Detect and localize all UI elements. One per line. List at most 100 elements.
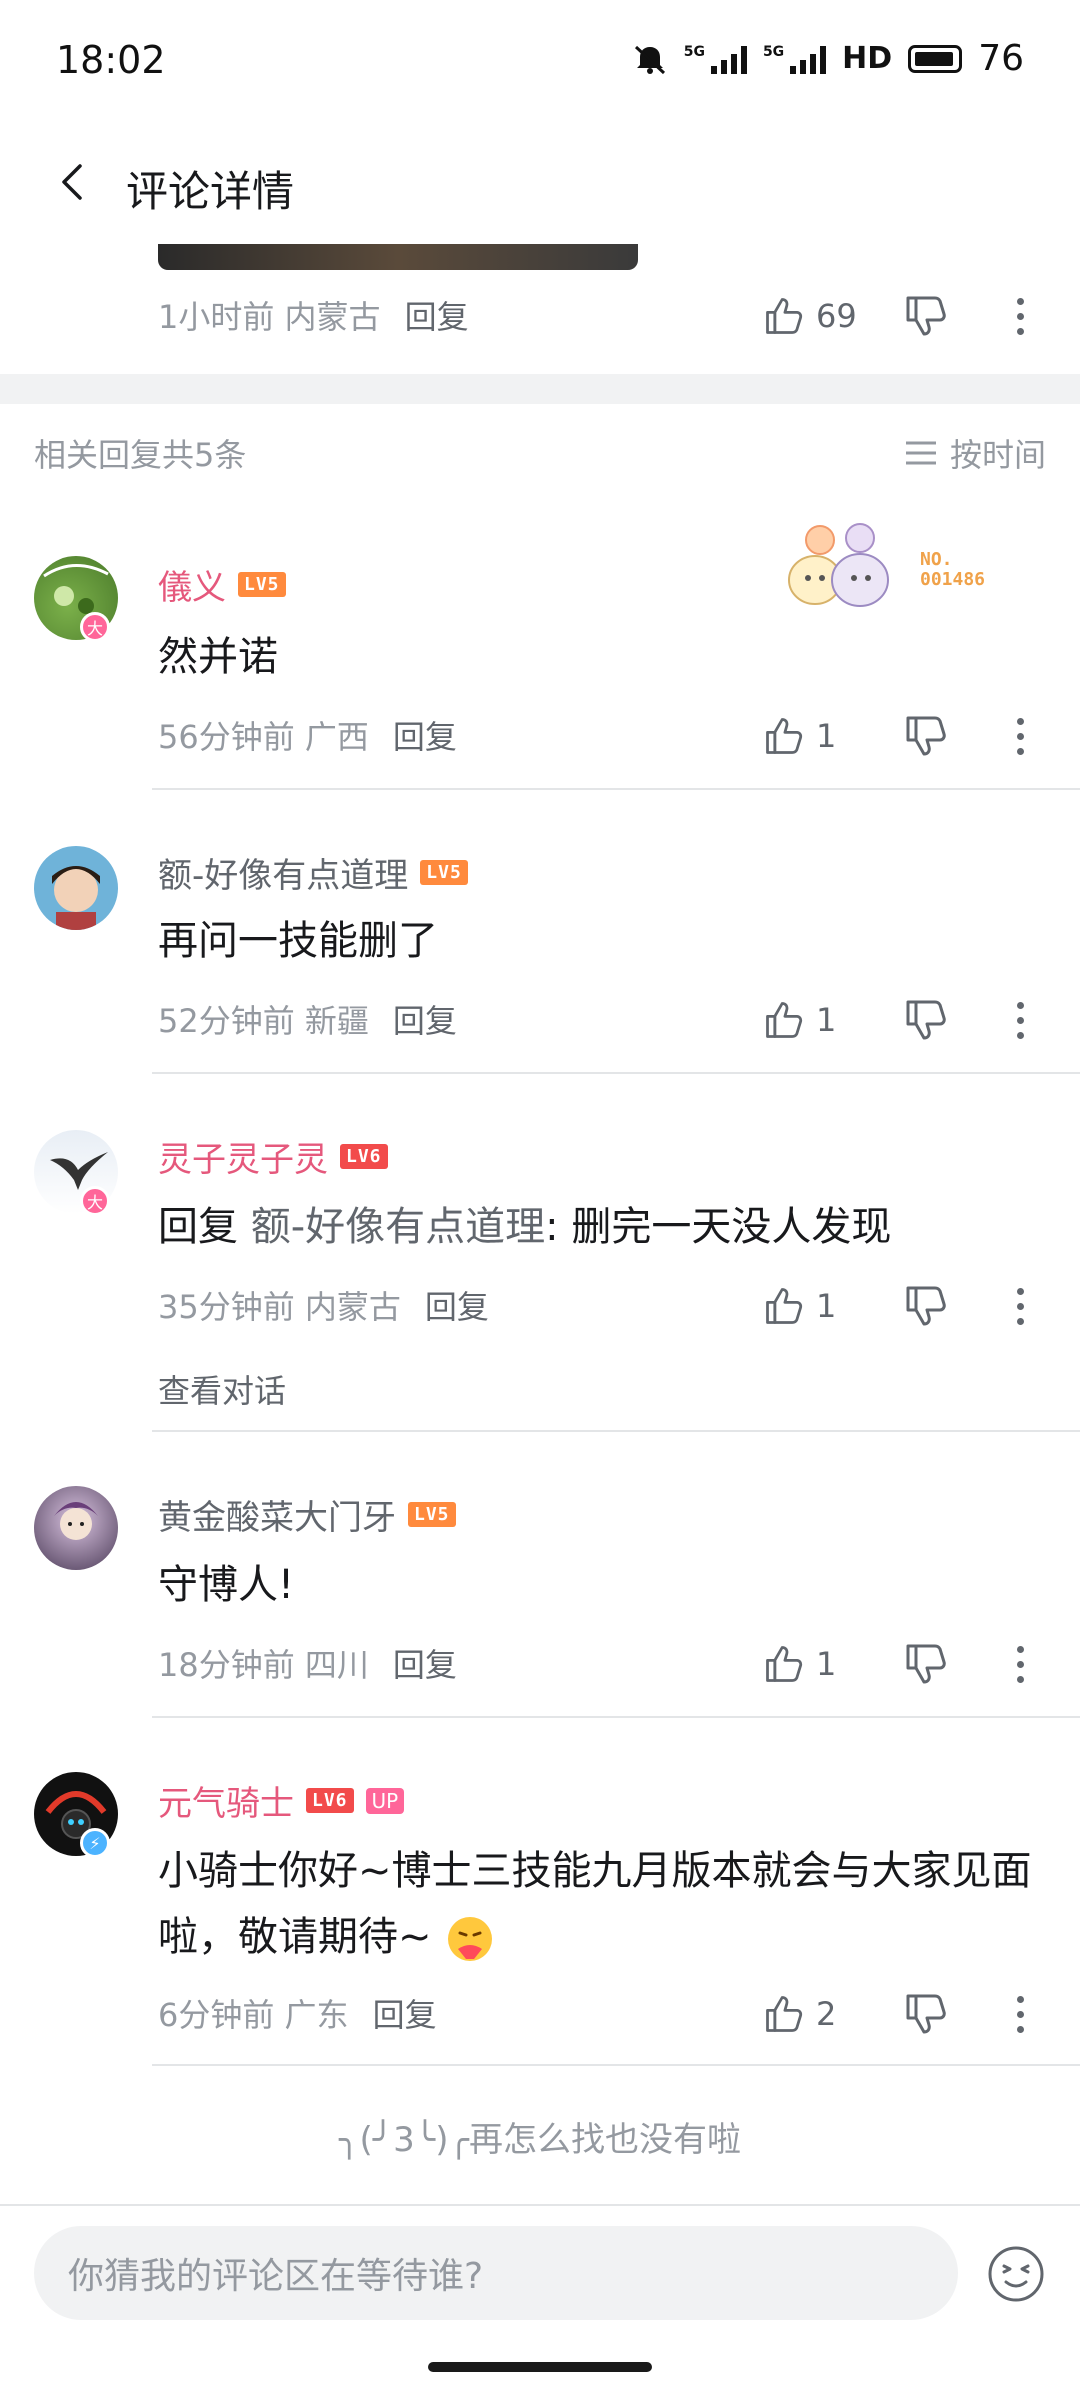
reply-prefix: 回复 [158, 1204, 238, 1250]
thumb-down-icon[interactable] [902, 1282, 950, 1330]
battery-icon [908, 44, 963, 73]
mention-link[interactable]: 额-好像有点道理 [251, 1204, 545, 1250]
comment-body: 小骑士你好~博士三技能九月版本就会与大家见面啦，敬请期待~ [158, 1848, 1032, 1960]
like-button[interactable]: 1 [762, 714, 872, 758]
status-icons: 5G 5G HD 76 [632, 38, 1024, 79]
more-icon[interactable] [1000, 292, 1040, 340]
parent-like-button[interactable]: 69 [762, 294, 872, 338]
home-indicator[interactable] [428, 2362, 652, 2372]
comment-actions: 2 [762, 1990, 1040, 2038]
reply-button[interactable]: 回复 [393, 996, 457, 1042]
like-count: 2 [816, 1995, 837, 2033]
username-text: 黄金酸菜大门牙 [158, 1498, 396, 1538]
like-count: 1 [816, 1645, 837, 1683]
sort-button[interactable]: 按时间 [904, 430, 1046, 476]
fan-badge-label: NO. [920, 549, 953, 570]
avatar[interactable] [34, 1486, 118, 1570]
level-badge: LV6 [340, 1144, 388, 1169]
comment-meta: 6分钟前 广东 回复 [158, 1990, 437, 2036]
level-badge: LV5 [420, 860, 468, 885]
nav-bar: 评论详情 [0, 130, 1080, 240]
comment-body: : 删完一天没人发现 [545, 1204, 892, 1250]
parent-meta: 1小时前 内蒙古 回复 [158, 292, 469, 338]
comment-time: 52分钟前 [158, 1002, 295, 1040]
thumb-down-icon[interactable] [902, 996, 950, 1044]
comment-text: 守博人! [158, 1562, 295, 1608]
reply-button[interactable]: 回复 [393, 712, 457, 758]
username[interactable]: 灵子灵子灵 LV6 [158, 1132, 388, 1181]
comment-actions: 1 [762, 1640, 1040, 1688]
signal-icon-2: 5G [763, 44, 827, 74]
like-count: 1 [816, 1287, 837, 1325]
comment-location: 新疆 [304, 1002, 369, 1040]
comment-input[interactable]: 你猜我的评论区在等待谁? [34, 2226, 958, 2320]
comment-input-bar: 你猜我的评论区在等待谁? [0, 2204, 1080, 2400]
more-icon[interactable] [1000, 996, 1040, 1044]
vip-badge: 大 [80, 612, 110, 642]
parent-actions: 69 [762, 292, 1040, 340]
username[interactable]: 额-好像有点道理 LV5 [158, 848, 468, 897]
comment-actions: 1 [762, 712, 1040, 760]
comment-text: 小骑士你好~博士三技能九月版本就会与大家见面啦，敬请期待~ [158, 1838, 1040, 1970]
username-text: 灵子灵子灵 [158, 1140, 328, 1180]
vip-badge: 大 [80, 1186, 110, 1216]
page-title: 评论详情 [126, 167, 295, 216]
like-count: 1 [816, 1001, 837, 1039]
more-icon[interactable] [1000, 1282, 1040, 1330]
level-badge: LV6 [306, 1788, 354, 1813]
reply-button[interactable]: 回复 [393, 1640, 457, 1686]
thumb-down-icon[interactable] [902, 1990, 950, 2038]
thumb-up-icon [762, 714, 806, 758]
comment-location: 广东 [284, 1996, 349, 2034]
like-button[interactable]: 1 [762, 998, 872, 1042]
comment-location: 广西 [304, 718, 369, 756]
thumb-up-icon [762, 1642, 806, 1686]
comment-meta: 35分钟前 内蒙古 回复 [158, 1282, 489, 1328]
thumb-down-icon[interactable] [902, 1640, 950, 1688]
username[interactable]: 黄金酸菜大门牙 LV5 [158, 1490, 456, 1539]
more-icon[interactable] [1000, 1640, 1040, 1688]
thumb-down-icon[interactable] [902, 712, 950, 760]
comment-meta: 52分钟前 新疆 回复 [158, 996, 457, 1042]
fan-badge-number: 001486 [920, 569, 986, 590]
level-badge: LV5 [238, 572, 286, 597]
hug-emoji-icon [448, 1917, 493, 1961]
divider [152, 788, 1080, 790]
reply-button[interactable]: 回复 [425, 1282, 489, 1328]
parent-reply-button[interactable]: 回复 [405, 292, 469, 338]
like-button[interactable]: 2 [762, 1992, 872, 2036]
avatar[interactable] [34, 846, 118, 930]
anime-sticker-icon [788, 523, 889, 607]
more-icon[interactable] [1000, 1990, 1040, 2038]
thumb-up-icon [762, 998, 806, 1042]
thumb-up-icon [762, 1284, 806, 1328]
level-badge: LV5 [408, 1502, 456, 1527]
thumb-down-icon[interactable] [902, 292, 950, 340]
sort-label: 按时间 [949, 436, 1046, 474]
username[interactable]: 元气骑士 LV6 UP [158, 1776, 405, 1825]
parent-location: 内蒙古 [284, 298, 381, 336]
back-arrow-icon[interactable] [52, 160, 96, 204]
view-conversation-link[interactable]: 查看对话 [158, 1366, 286, 1412]
comment-time: 56分钟前 [158, 718, 295, 756]
divider [152, 1430, 1080, 1432]
like-button[interactable]: 1 [762, 1284, 872, 1328]
more-icon[interactable] [1000, 712, 1040, 760]
divider [152, 1716, 1080, 1718]
divider [152, 1072, 1080, 1074]
comment-meta: 18分钟前 四川 回复 [158, 1640, 457, 1686]
username[interactable]: 儀义 LV5 [158, 560, 286, 609]
comment-time: 6分钟前 [158, 1996, 275, 2034]
comment-location: 内蒙古 [304, 1288, 401, 1326]
parent-comment-image[interactable] [158, 244, 638, 270]
reply-count: 相关回复共5条 [34, 436, 247, 474]
username-text: 儀义 [158, 568, 226, 608]
mute-icon [634, 45, 665, 74]
reply-button[interactable]: 回复 [373, 1990, 437, 2036]
signal-icon-1: 5G [684, 44, 747, 74]
comment-location: 四川 [304, 1646, 369, 1684]
comment-time: 18分钟前 [158, 1646, 295, 1684]
comment-text: 再问一技能删了 [158, 918, 438, 964]
like-button[interactable]: 1 [762, 1642, 872, 1686]
emoji-icon[interactable] [986, 2244, 1046, 2304]
